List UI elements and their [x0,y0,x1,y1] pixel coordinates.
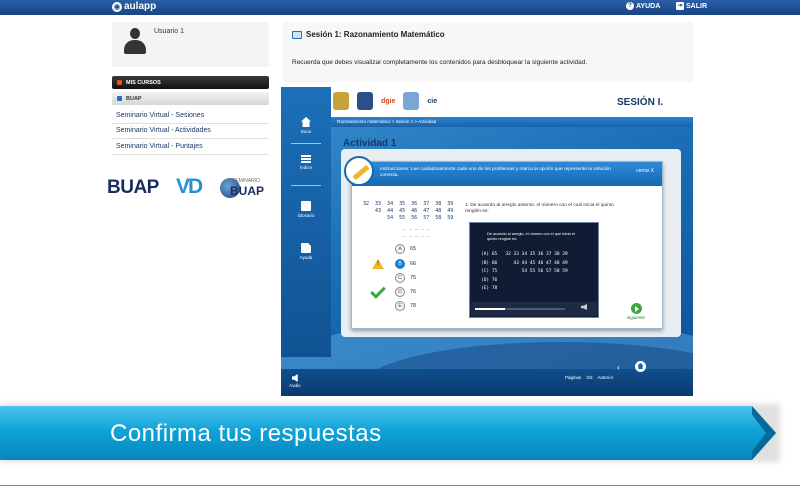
pages-value: 3/3 [586,375,593,380]
speaker-icon [291,374,298,382]
divider [112,138,269,139]
sidebar-link-sesiones[interactable]: Seminario Virtual - Sesiones [116,112,204,119]
radio-a[interactable]: A [395,244,405,254]
divider [112,123,269,124]
next-button[interactable]: siguiente [623,303,649,320]
number-sequence: 32 33 34 35 36 37 38 39 43 44 45 46 47 4… [363,201,454,221]
video-caption: De acuerdo al arreglo, el número con el … [487,232,575,241]
audio-button[interactable]: Audio [289,374,301,388]
course-player: dgie cie SESIÓN I. Razonamiento matemáti… [281,87,693,396]
nav-inicio[interactable]: Inicio [281,117,331,134]
blank-rows: — — — — — — — — — — [403,227,431,240]
avatar-icon [122,28,148,54]
nav-glosario[interactable]: Glosario [281,201,331,218]
book-icon [301,201,311,211]
monitor-icon [292,30,302,39]
session-note: Recuerda que debes visualizar completame… [292,59,588,66]
option-a[interactable]: A 65 [395,244,416,254]
video-progress-bar[interactable] [475,308,565,310]
app-logo-text: aulapp [124,1,157,12]
my-courses-header[interactable]: MIS CURSOS [112,76,269,89]
prev-arrow-icon[interactable]: ‹ [617,363,620,372]
close-button[interactable]: cerrar X [636,168,654,174]
seminario-buap-logo: SEMINARIO BUAP [218,176,268,204]
sidebar-link-puntajes[interactable]: Seminario Virtual - Puntajes [116,143,203,150]
dgie-logo: dgie [381,97,396,105]
session-title-text: Sesión 1: Razonamiento Matemático [306,30,445,39]
course-buap[interactable]: BUAP [112,92,269,105]
document-icon [301,243,311,253]
radio-e[interactable]: E [395,301,405,311]
warning-icon [372,259,384,269]
pagination: Páginas 3/3 Anterior [565,375,613,380]
player-session-label: SESIÓN I. [617,97,664,108]
instructions-text: Instrucciones: Lee cuidadosamente cada u… [380,167,611,179]
nav-indice[interactable]: Índice [281,155,331,170]
courses-icon [117,80,122,85]
seal-icon [333,92,349,110]
divider [112,154,269,155]
logout-label: SALIR [686,2,707,10]
session-title: Sesión 1: Razonamiento Matemático [292,30,445,39]
radio-b[interactable]: B [395,259,405,269]
pages-label: Páginas [565,375,582,380]
video-content: (A) 65 32 33 34 35 36 37 38 39 (B) 66 43 … [481,252,568,292]
course-label: BUAP [126,95,142,102]
option-c[interactable]: C 75 [395,273,416,283]
vd-logo: VD [176,175,203,198]
logout-icon: ⇥ [676,2,684,10]
next-arrow-icon [630,303,642,314]
my-courses-label: MIS CURSOS [126,79,161,86]
question-text: 1. De acuerdo al arreglo anterior, el nú… [465,203,614,215]
home-circle-icon[interactable] [635,361,646,372]
breadcrumb: Razonamiento matemático > Sesión 1 > Act… [337,119,437,124]
divider [0,485,800,486]
user-card: Usuario 1 [112,22,269,67]
list-icon [301,155,311,163]
prev-button[interactable]: Anterior [598,375,614,380]
help-label: AYUDA [636,2,661,10]
emblem-icon [403,92,420,110]
sidebar-link-actividades[interactable]: Seminario Virtual - Actividades [116,127,211,134]
help-link[interactable]: ? AYUDA [626,2,660,10]
institution-logos: dgie cie [333,92,437,110]
activity-title: Actividad 1 [343,138,397,149]
course-icon [117,96,122,101]
option-d[interactable]: D 76 [395,287,416,297]
option-e[interactable]: E 78 [395,301,416,311]
radio-d[interactable]: D [395,287,405,297]
logout-link[interactable]: ⇥ SALIR [676,2,707,10]
home-icon [301,117,311,127]
crest-icon [357,92,373,110]
radio-c[interactable]: C [395,273,405,283]
help-icon: ? [626,2,634,10]
nav-ayuda[interactable]: Ayuda [281,243,331,260]
banner-text: Confirma tus respuestas [110,420,382,447]
buap-logo: BUAP [107,177,159,198]
aulapp-logo-icon: ◉ [112,1,122,12]
player-footer [281,369,693,396]
cie-logo: cie [427,97,438,105]
pencil-icon [344,156,374,186]
option-b[interactable]: B 66 [395,259,416,269]
app-logo[interactable]: ◉ aulapp [112,1,156,12]
user-name: Usuario 1 [154,28,184,35]
